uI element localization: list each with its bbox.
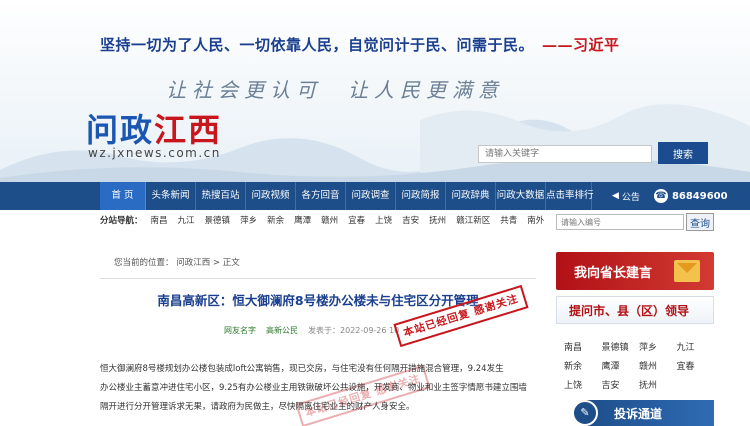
governor-suggestion-label: 我向省长建言	[574, 266, 653, 281]
site-logo[interactable]: 问政江西	[86, 105, 222, 151]
branch-link[interactable]: 九江	[178, 214, 195, 226]
county-link[interactable]: 萍乡	[639, 340, 677, 353]
notice-link[interactable]: 公告	[622, 190, 640, 203]
bell-icon: ◀	[612, 191, 619, 201]
motto-author: ——习近平	[542, 36, 620, 54]
county-link[interactable]: 抚州	[639, 378, 677, 391]
slogan: 让社会更认可 让人民更满意	[166, 74, 504, 103]
breadcrumb: 您当前的位置： 问政江西 > 正文	[114, 258, 240, 268]
county-link[interactable]: 南昌	[564, 340, 602, 353]
county-leaders-label: 提问市、县（区）领导	[569, 304, 690, 318]
complaint-channel-button[interactable]: ✎ 投诉通道	[572, 400, 714, 426]
branch-link[interactable]: 赣江新区	[456, 214, 490, 226]
county-link[interactable]: 吉安	[602, 378, 640, 391]
branch-link[interactable]: 共青	[500, 214, 517, 226]
reference-number-input[interactable]	[556, 214, 684, 230]
county-link[interactable]: 景德镇	[602, 340, 640, 353]
nav-item-4[interactable]: 各方回音	[296, 182, 346, 210]
slogan-left: 让社会更认可	[166, 78, 322, 102]
motto-quote: 坚持一切为了人民、一切依靠人民，自觉问计于民、问需于民。 ——习近平	[100, 34, 620, 55]
nav-contact: ◀ 公告 ☎ 86849600	[612, 182, 728, 210]
branch-link[interactable]: 抚州	[429, 214, 446, 226]
search-button[interactable]: 搜索	[658, 142, 708, 164]
governor-suggestion-banner[interactable]: 我向省长建言	[556, 252, 714, 290]
nav-items: 首 页头条新闻 热搜百站 问政视频 各方回音 问政调查 问政简报 问政辞典 问政大数据 点击率排…	[100, 182, 594, 210]
branch-link[interactable]: 上饶	[375, 214, 392, 226]
slogan-right: 让人民更满意	[348, 78, 504, 102]
nav-item-8[interactable]: 问政大数据	[496, 182, 546, 210]
main-nav: 首 页头条新闻 热搜百站 问政视频 各方回音 问政调查 问政简报 问政辞典 问政大数据 点击率排…	[0, 182, 750, 210]
branch-link[interactable]: 赣州	[321, 214, 338, 226]
article-paragraph: 办公楼业主蓄意冲进住宅小区，9.25有办公楼业主用铁锹破坏公共设施，开发商、物业…	[100, 383, 527, 393]
header-banner: 坚持一切为了人民、一切依靠人民，自觉问计于民、问需于民。 ——习近平 让社会更认可…	[0, 0, 750, 182]
query-button[interactable]: 查询	[686, 213, 714, 231]
county-link[interactable]: 新余	[564, 359, 602, 372]
county-link[interactable]: 九江	[677, 340, 715, 353]
article-paragraph: 隔开进行分开管理诉求无果，请政府为民做主，尽快隔离住宅业主的财产人身安全。	[100, 402, 415, 412]
motto-text: 坚持一切为了人民、一切依靠人民，自觉问计于民、问需于民。	[100, 36, 535, 54]
branch-link[interactable]: 南外	[527, 214, 544, 226]
branch-link[interactable]: 景德镇	[205, 214, 231, 226]
search-input[interactable]	[478, 145, 652, 163]
logo-part-1: 问政	[86, 111, 155, 149]
article-body: 恒大御澜府8号楼规划办公楼包装成loft公寓销售，现已交房，与住宅没有任何隔开措…	[100, 360, 534, 417]
phone-icon: ☎	[653, 189, 668, 203]
branch-link[interactable]: 宜春	[348, 214, 365, 226]
post-time: 发表于：2022-09-26 10	[308, 326, 400, 335]
mail-icon	[674, 260, 700, 282]
nav-item-1[interactable]: 头条新闻	[146, 182, 196, 210]
branch-link[interactable]: 南昌	[151, 214, 168, 226]
complaint-channel-label: 投诉通道	[614, 407, 663, 421]
branch-nav: 分站导航： 南昌 九江 景德镇 萍乡 新余 鹰潭 赣州 宜春 上饶 吉安 抚州 赣江新区 共青 南外	[100, 212, 544, 228]
hotline-number: 86849600	[671, 190, 728, 202]
article-meta: 网友名字 高新公民 发表于：2022-09-26 10	[224, 325, 399, 336]
branch-link[interactable]: 鹰潭	[294, 214, 311, 226]
nav-item-7[interactable]: 问政辞典	[446, 182, 496, 210]
article-paragraph: 恒大御澜府8号楼规划办公楼包装成loft公寓销售，现已交房，与住宅没有任何隔开措…	[100, 364, 504, 374]
site-url: wz.jxnews.com.cn	[88, 146, 221, 160]
county-link[interactable]: 赣州	[639, 359, 677, 372]
author-dept[interactable]: 高新公民	[266, 325, 298, 336]
complaint-icon: ✎	[572, 400, 598, 426]
author-name[interactable]: 网友名字	[224, 325, 256, 336]
branch-nav-label: 分站导航：	[100, 216, 143, 226]
county-link[interactable]: 上饶	[564, 378, 602, 391]
county-list: 南昌 景德镇 萍乡 九江新余 鹰潭 赣州 宜春上饶 吉安 抚州	[564, 340, 714, 391]
nav-item-5[interactable]: 问政调查	[346, 182, 396, 210]
nav-item-3[interactable]: 问政视频	[246, 182, 296, 210]
nav-item-2[interactable]: 热搜百站	[196, 182, 246, 210]
county-leaders-header[interactable]: 提问市、县（区）领导	[556, 296, 714, 324]
county-link[interactable]: 宜春	[677, 359, 715, 372]
nav-item-0[interactable]: 首 页	[100, 182, 146, 210]
branch-link[interactable]: 吉安	[402, 214, 419, 226]
logo-part-2: 江西	[154, 111, 223, 149]
branch-link[interactable]: 萍乡	[240, 214, 257, 226]
nav-item-9[interactable]: 点击率排行	[546, 182, 594, 210]
divider	[100, 278, 536, 279]
county-link[interactable]: 鹰潭	[602, 359, 640, 372]
nav-item-6[interactable]: 问政简报	[396, 182, 446, 210]
branch-link[interactable]: 新余	[267, 214, 284, 226]
